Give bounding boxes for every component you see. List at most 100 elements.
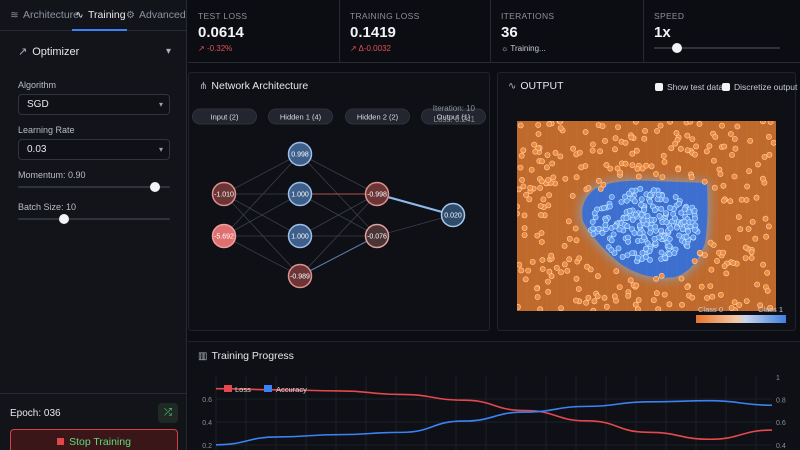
legend-swatch-loss bbox=[224, 385, 232, 392]
connection-line bbox=[223, 153, 301, 195]
neuron-node[interactable]: 1.000 bbox=[287, 223, 313, 249]
data-point-class-1 bbox=[676, 200, 682, 207]
data-point-class-0 bbox=[540, 196, 547, 203]
data-point-class-0 bbox=[765, 223, 772, 230]
algorithm-select[interactable]: SGD ▾ bbox=[18, 94, 170, 115]
data-point-class-1 bbox=[618, 199, 625, 205]
tab-advanced[interactable]: ⚙ Advanced bbox=[125, 0, 186, 31]
checkbox-box[interactable] bbox=[722, 83, 730, 91]
data-point-class-0 bbox=[742, 244, 749, 251]
chevron-down-icon: ▾ bbox=[158, 145, 163, 154]
data-point-class-0 bbox=[544, 278, 551, 285]
data-point-class-0 bbox=[706, 143, 713, 149]
data-point-class-0 bbox=[612, 135, 619, 142]
data-point-class-1 bbox=[608, 237, 615, 244]
data-point-class-0 bbox=[721, 143, 728, 150]
data-point-class-1 bbox=[672, 215, 678, 222]
data-point-class-0 bbox=[724, 234, 731, 241]
tab-architecture[interactable]: ≋ Architecture bbox=[9, 0, 79, 31]
data-point-class-0 bbox=[753, 194, 760, 201]
momentum-slider[interactable] bbox=[18, 181, 170, 193]
data-point-class-1 bbox=[619, 253, 626, 260]
data-point-class-1 bbox=[679, 226, 686, 233]
stat-delta: ↗ Δ-0.0032 bbox=[350, 44, 391, 53]
neuron-value: -0.989 bbox=[290, 274, 310, 281]
data-point-class-0 bbox=[561, 261, 568, 268]
neuron-node[interactable]: -0.989 bbox=[287, 263, 313, 289]
data-point-class-1 bbox=[602, 222, 609, 228]
data-point-class-0 bbox=[595, 273, 601, 280]
panel-title-text: Network Architecture bbox=[211, 80, 309, 92]
data-point-class-0 bbox=[661, 159, 668, 165]
neuron-node[interactable]: -0.076 bbox=[364, 223, 390, 249]
data-point-class-0 bbox=[653, 171, 659, 177]
slider-thumb[interactable] bbox=[149, 182, 160, 192]
data-point-class-1 bbox=[638, 201, 644, 208]
data-point-class-0 bbox=[689, 294, 696, 301]
data-point-class-0 bbox=[743, 298, 750, 304]
data-point-class-1 bbox=[662, 197, 669, 203]
layer-label-text: Hidden 2 (2) bbox=[357, 113, 399, 122]
neuron-node[interactable]: -0.998 bbox=[364, 181, 390, 207]
data-point-class-1 bbox=[647, 229, 654, 236]
data-point-class-1 bbox=[641, 234, 647, 241]
data-point-class-0 bbox=[677, 145, 684, 152]
neuron-node[interactable]: -5.692 bbox=[211, 223, 237, 249]
data-point-class-0 bbox=[707, 239, 714, 246]
tab-training[interactable]: ∿ Training bbox=[72, 0, 127, 31]
data-point-class-0 bbox=[576, 149, 583, 156]
stop-training-label: Stop Training bbox=[69, 436, 131, 448]
stop-training-button[interactable]: Stop Training bbox=[10, 429, 178, 450]
stat-value: 36 bbox=[501, 24, 518, 41]
neuron-node[interactable]: 0.998 bbox=[287, 141, 313, 167]
sidebar: ≋ Architecture ∿ Training ⚙ Advanced ↗ Optim… bbox=[0, 0, 187, 450]
data-point-class-0 bbox=[535, 131, 542, 137]
data-point-class-0 bbox=[749, 219, 756, 225]
data-point-class-0 bbox=[585, 185, 592, 191]
slider-track bbox=[18, 186, 170, 188]
data-point-class-1 bbox=[655, 191, 662, 198]
gear-icon: ⚙ bbox=[126, 10, 135, 21]
chevron-down-icon: ▾ bbox=[165, 46, 171, 57]
shuffle-button[interactable]: ⤮ bbox=[158, 403, 178, 423]
data-point-class-0 bbox=[720, 182, 727, 189]
data-point-class-0 bbox=[562, 175, 569, 182]
loss-label: Loss: 0.241 bbox=[433, 115, 475, 124]
data-point-class-0 bbox=[545, 177, 551, 183]
data-point-class-0 bbox=[761, 154, 768, 160]
data-point-class-0 bbox=[735, 214, 742, 220]
neuron-node[interactable]: 1.000 bbox=[287, 181, 313, 207]
data-point-class-0 bbox=[653, 290, 660, 297]
data-point-class-0 bbox=[742, 255, 749, 261]
learning-rate-select[interactable]: 0.03 ▾ bbox=[18, 139, 170, 160]
checkbox-box[interactable] bbox=[655, 83, 663, 91]
data-point-class-0 bbox=[703, 148, 710, 155]
legend-label-accuracy: Accuracy bbox=[276, 385, 307, 394]
data-point-class-0 bbox=[517, 186, 522, 193]
optimizer-section-header[interactable]: ↗ Optimizer ▾ bbox=[10, 40, 177, 64]
output-panel: ∿ OUTPUT Show test data Discretize output… bbox=[497, 72, 797, 331]
data-point-class-0 bbox=[572, 225, 579, 232]
data-point-class-0 bbox=[564, 267, 571, 274]
show-test-data-checkbox[interactable]: Show test data bbox=[655, 82, 723, 92]
discretize-output-checkbox[interactable]: Discretize output bbox=[722, 82, 797, 92]
speed-slider[interactable] bbox=[654, 43, 780, 53]
slider-thumb[interactable] bbox=[671, 43, 682, 53]
slider-thumb[interactable] bbox=[58, 214, 69, 224]
neuron-value: 0.020 bbox=[444, 213, 462, 220]
data-point-class-1 bbox=[647, 192, 653, 199]
neuron-value: -0.998 bbox=[367, 192, 387, 199]
connection-line-strong bbox=[299, 235, 378, 277]
batch-size-slider[interactable] bbox=[18, 213, 170, 225]
data-point-class-0 bbox=[534, 232, 541, 239]
neuron-node[interactable]: -1.010 bbox=[211, 181, 237, 207]
neuron-node[interactable]: 0.020 bbox=[440, 202, 466, 228]
data-point-class-0 bbox=[615, 124, 621, 130]
data-point-class-1 bbox=[651, 207, 658, 214]
data-point-class-0 bbox=[517, 203, 520, 210]
data-point-class-0 bbox=[767, 121, 774, 125]
right-tick-label: 1 bbox=[776, 375, 780, 382]
panel-title-text: OUTPUT bbox=[520, 80, 564, 92]
data-point-class-0 bbox=[728, 305, 735, 311]
left-tick-label: 0.6 bbox=[202, 397, 212, 404]
